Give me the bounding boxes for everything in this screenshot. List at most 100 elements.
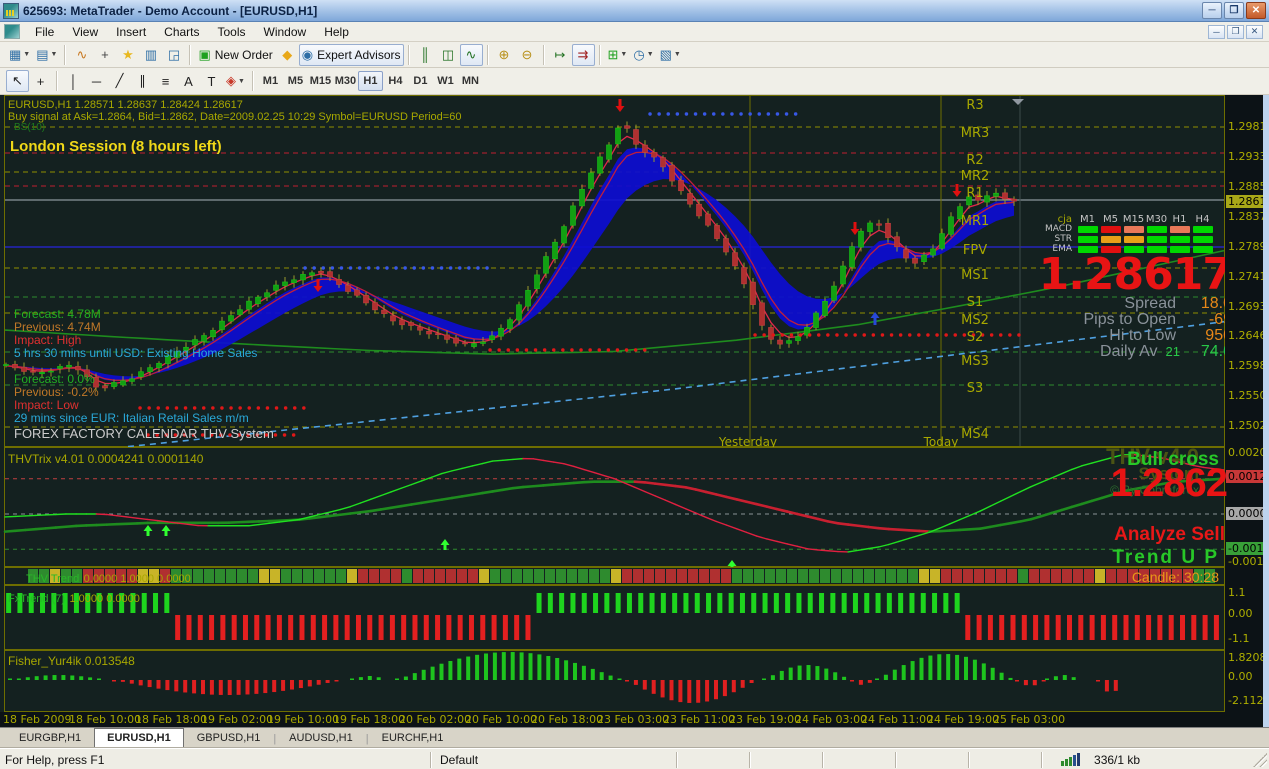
zoom-out-button[interactable]: ⊖ xyxy=(516,44,539,66)
child-close-button[interactable]: ✕ xyxy=(1246,25,1263,39)
cursor-icon: ↖ xyxy=(12,73,23,89)
menu-window[interactable]: Window xyxy=(255,23,316,41)
menu-insert[interactable]: Insert xyxy=(107,23,155,41)
chart-tabs: EURGBP,H1 EURUSD,H1 GBPUSD,H1|AUDUSD,H1|… xyxy=(0,727,1269,748)
dashboard-cell-green xyxy=(1078,226,1098,233)
expert-advisors-button-label: Expert Advisors xyxy=(317,48,400,62)
templates-button[interactable]: ▧▼ xyxy=(657,44,684,66)
data-window-button[interactable]: ◲ xyxy=(162,44,185,66)
time-label: 19 Feb 02:00 xyxy=(201,713,273,726)
candlestick-chart-button[interactable]: ◫ xyxy=(437,44,460,66)
text-icon: A xyxy=(184,74,193,89)
templates-icon: ▧ xyxy=(660,47,672,63)
chart-tab-eurusd[interactable]: EURUSD,H1 xyxy=(94,728,184,748)
favorites-button[interactable]: ★ xyxy=(116,44,139,66)
text-label-icon: T xyxy=(208,74,216,89)
chart-shift-button[interactable]: ⇉ xyxy=(572,44,595,66)
close-button[interactable]: ✕ xyxy=(1246,2,1266,19)
periods-icon: ◷ xyxy=(633,47,644,63)
timeframe-m30[interactable]: M30 xyxy=(333,71,358,91)
menu-help[interactable]: Help xyxy=(315,23,358,41)
indicators-button[interactable]: ⊞▼ xyxy=(605,44,631,66)
alert-icon: ◆ xyxy=(282,47,292,63)
stat-label: Hi to Low xyxy=(1109,328,1176,344)
timeframe-m1[interactable]: M1 xyxy=(258,71,283,91)
menubar: FileViewInsertChartsToolsWindowHelp ─ ❐ … xyxy=(0,22,1269,42)
zoom-in-button[interactable]: ⊕ xyxy=(493,44,516,66)
dashboard-cell-green xyxy=(1170,236,1190,243)
periods-button[interactable]: ◷▼ xyxy=(630,44,656,66)
fisher-panel[interactable] xyxy=(0,650,1225,712)
alert-button[interactable]: ◆ xyxy=(276,44,299,66)
timeframe-h1[interactable]: H1 xyxy=(358,71,383,91)
chart-tab-eurchf[interactable]: EURCHF,H1 xyxy=(369,728,457,748)
fibonacci-button[interactable]: ≡ xyxy=(154,70,177,92)
time-label: 25 Feb 03:00 xyxy=(993,713,1065,726)
resize-grip[interactable] xyxy=(1253,753,1267,767)
toolbar-separator xyxy=(252,71,254,91)
menu-tools[interactable]: Tools xyxy=(209,23,255,41)
menu-view[interactable]: View xyxy=(63,23,107,41)
horizontal-line-button[interactable]: ─ xyxy=(85,70,108,92)
zoom-in-icon: ⊕ xyxy=(499,47,510,63)
text-button[interactable]: A xyxy=(177,70,200,92)
bar-chart-button[interactable]: ║ xyxy=(414,44,437,66)
chart-tab-eurgbp[interactable]: EURGBP,H1 xyxy=(6,728,94,748)
chart-tab-audusd[interactable]: AUDUSD,H1 xyxy=(276,728,366,748)
thvtrend-band-panel[interactable] xyxy=(0,567,1225,585)
trendline-button[interactable]: ╱ xyxy=(108,70,131,92)
dashboard-cell-orange xyxy=(1124,236,1144,243)
svg-text:MS1: MS1 xyxy=(961,268,989,283)
svg-text:MR2: MR2 xyxy=(961,169,990,184)
crosshair-tool-button[interactable]: + xyxy=(29,70,52,92)
child-minimize-button[interactable]: ─ xyxy=(1208,25,1225,39)
status-template[interactable]: Default xyxy=(432,752,486,768)
time-label: 23 Feb 19:00 xyxy=(729,713,801,726)
vertical-line-button[interactable]: │ xyxy=(62,70,85,92)
crosshair-button[interactable]: + xyxy=(93,44,116,66)
chart-tab-gbpusd[interactable]: GBPUSD,H1 xyxy=(184,728,274,748)
menu-charts[interactable]: Charts xyxy=(155,23,208,41)
restore-button[interactable]: ❐ xyxy=(1224,2,1244,19)
equidistant-channel-button[interactable]: ∥ xyxy=(131,70,154,92)
timeframe-m5[interactable]: M5 xyxy=(283,71,308,91)
timeframe-d1[interactable]: D1 xyxy=(408,71,433,91)
timeframe-h4[interactable]: H4 xyxy=(383,71,408,91)
arrows-button[interactable]: ◈▼ xyxy=(223,70,248,92)
text-label-button[interactable]: T xyxy=(200,70,223,92)
thvtrix-panel[interactable] xyxy=(0,447,1225,567)
timeframe-m15[interactable]: M15 xyxy=(308,71,333,91)
minimize-button[interactable]: ─ xyxy=(1202,2,1222,19)
timeframe-mn[interactable]: MN xyxy=(458,71,483,91)
time-label: 24 Feb 03:00 xyxy=(795,713,867,726)
dashboard-cell-orange xyxy=(1101,236,1121,243)
dashboard-cell-salmon xyxy=(1124,226,1144,233)
new-order-button[interactable]: ▣New Order xyxy=(195,44,275,66)
expert-advisors-button[interactable]: ◉ Expert Advisors xyxy=(299,44,404,66)
svg-text:MR1: MR1 xyxy=(961,214,990,229)
dashboard-cell-salmon xyxy=(1170,226,1190,233)
toolbar-separator xyxy=(56,71,58,91)
data-window-icon: ◲ xyxy=(168,47,180,63)
expert-advisors-icon: ◉ xyxy=(302,47,313,63)
menu-file[interactable]: File xyxy=(26,23,63,41)
price-scale[interactable]: 1.298101.293301.288501.283701.278901.274… xyxy=(1225,95,1263,727)
toolbar-separator xyxy=(599,45,601,65)
cursor-button[interactable]: ↖ xyxy=(6,70,29,92)
svg-text:MS2: MS2 xyxy=(961,313,989,328)
profiles-button[interactable]: ▤▼ xyxy=(33,44,60,66)
fibonacci-icon: ≡ xyxy=(162,74,170,89)
svg-text:S2: S2 xyxy=(967,330,984,345)
auto-scroll-button[interactable]: ↦ xyxy=(549,44,572,66)
new-chart-button[interactable]: ▦▼ xyxy=(6,44,33,66)
line-chart-button[interactable]: ∿ xyxy=(460,44,483,66)
child-restore-button[interactable]: ❐ xyxy=(1227,25,1244,39)
connection-status-icon xyxy=(1061,753,1080,766)
toolbar-separator xyxy=(408,45,410,65)
dashboard-cell-green xyxy=(1193,226,1213,233)
fxtrend-panel[interactable] xyxy=(0,585,1225,650)
timeframe-w1[interactable]: W1 xyxy=(433,71,458,91)
market-watch-button[interactable]: ▥ xyxy=(139,44,162,66)
tick-chart-button[interactable]: ∿ xyxy=(70,44,93,66)
titlebar: 625693: MetaTrader - Demo Account - [EUR… xyxy=(0,0,1269,22)
